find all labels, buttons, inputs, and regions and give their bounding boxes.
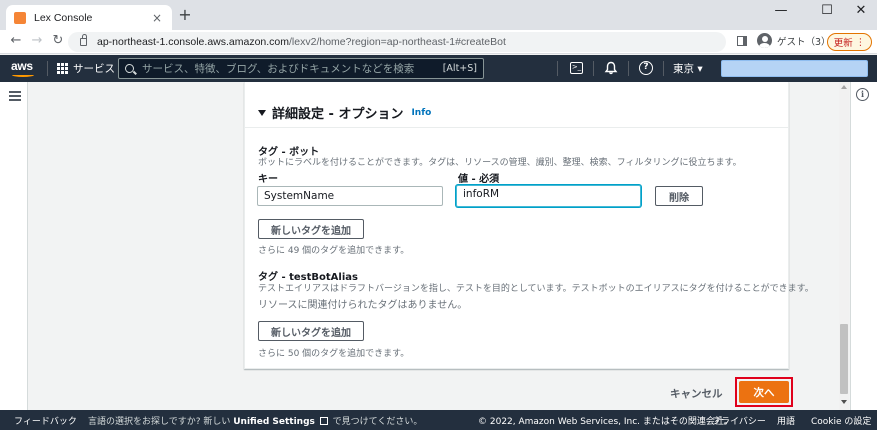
nav-divider bbox=[557, 61, 558, 76]
left-rail bbox=[0, 82, 28, 410]
scrollbar-thumb[interactable] bbox=[840, 324, 848, 394]
alias-tags-empty: リソースに関連付けられたタグはありません。 bbox=[258, 300, 468, 311]
hamburger-icon[interactable] bbox=[9, 91, 21, 101]
services-menu[interactable]: サービス bbox=[73, 61, 115, 76]
nav-divider bbox=[628, 61, 629, 76]
section-divider bbox=[245, 127, 788, 128]
privacy-link[interactable]: プライバシー bbox=[712, 414, 766, 427]
value-label: 値 - 必須 bbox=[458, 174, 500, 185]
section-title: 詳細設定 - オプション bbox=[272, 107, 404, 122]
aws-logo[interactable]: aws bbox=[11, 59, 33, 73]
browser-tabstrip: Lex Console × + — ☐ ✕ bbox=[0, 0, 877, 30]
update-button[interactable]: 更新 ⋮ bbox=[827, 33, 872, 51]
back-button[interactable]: ← bbox=[7, 33, 25, 48]
bot-tags-description: ボットにラベルを付けることができます。タグは、リソースの管理、識別、整理、検索、… bbox=[258, 158, 742, 168]
close-icon[interactable]: × bbox=[150, 11, 164, 25]
reload-button[interactable]: ↻ bbox=[49, 33, 67, 48]
profile-label: ゲスト（3） bbox=[777, 36, 831, 48]
info-link[interactable]: Info bbox=[411, 108, 431, 118]
tag-value-input[interactable]: infoRM bbox=[456, 185, 641, 207]
search-placeholder: サービス、特徴、ブログ、およびドキュメントなどを検索 bbox=[142, 63, 415, 75]
key-label: キー bbox=[258, 174, 278, 185]
url-bar[interactable]: ap-northeast-1.console.aws.amazon.com/le… bbox=[68, 32, 726, 52]
search-input[interactable]: サービス、特徴、ブログ、およびドキュメントなどを検索 [Alt+S] bbox=[118, 58, 484, 79]
advanced-settings-header[interactable]: 詳細設定 - オプション Info bbox=[258, 103, 431, 122]
add-alias-tag-button[interactable]: 新しいタグを追加 bbox=[258, 321, 364, 341]
lock-icon bbox=[80, 34, 87, 46]
alias-tags-description: テストエイリアスはドラフトバージョンを指し、テストを目的としています。テストボッ… bbox=[258, 284, 814, 294]
forward-button[interactable]: → bbox=[28, 33, 46, 48]
language-prompt-text: 言語の選択をお探しですか? 新しい bbox=[88, 417, 231, 427]
cancel-button[interactable]: キャンセル bbox=[670, 386, 723, 401]
browser-tab[interactable]: Lex Console × bbox=[6, 5, 172, 30]
address-bar-row: ← → ↻ ap-northeast-1.console.aws.amazon.… bbox=[0, 30, 877, 54]
caret-down-icon bbox=[258, 109, 266, 116]
nav-divider bbox=[47, 61, 48, 76]
add-bot-tag-button[interactable]: 新しいタグを追加 bbox=[258, 219, 364, 239]
copyright-text: © 2022, Amazon Web Services, Inc. またはその関… bbox=[478, 417, 733, 427]
help-icon[interactable]: ? bbox=[639, 61, 653, 75]
profile-button[interactable]: ゲスト（3） bbox=[757, 33, 831, 48]
minimize-button[interactable]: — bbox=[772, 3, 790, 18]
nav-divider bbox=[663, 61, 664, 76]
scroll-up-icon[interactable] bbox=[841, 85, 847, 89]
nav-divider bbox=[593, 61, 594, 76]
window-close-button[interactable]: ✕ bbox=[852, 3, 870, 18]
info-icon[interactable]: i bbox=[856, 88, 869, 101]
external-link-icon bbox=[319, 417, 328, 425]
avatar bbox=[757, 33, 772, 48]
feedback-link[interactable]: フィードバック bbox=[14, 414, 77, 427]
aws-logo-smile bbox=[12, 73, 34, 77]
remove-tag-button[interactable]: 削除 bbox=[655, 186, 703, 206]
grid-icon[interactable] bbox=[57, 63, 68, 74]
next-button[interactable]: 次へ bbox=[739, 381, 789, 403]
search-icon bbox=[125, 64, 134, 73]
region-selector[interactable]: 東京 ▾ bbox=[673, 61, 703, 76]
account-menu[interactable] bbox=[721, 60, 868, 77]
alias-tags-remaining: さらに 50 個のタグを追加できます。 bbox=[258, 349, 410, 359]
url-text: ap-northeast-1.console.aws.amazon.com/le… bbox=[97, 36, 506, 48]
bell-icon[interactable] bbox=[604, 61, 618, 75]
terms-link[interactable]: 用語 bbox=[777, 414, 795, 427]
update-label: 更新 bbox=[833, 38, 853, 49]
new-tab-button[interactable]: + bbox=[178, 7, 192, 23]
side-panel-icon[interactable] bbox=[737, 36, 747, 46]
more-icon: ⋮ bbox=[855, 36, 866, 48]
bot-tags-remaining: さらに 49 個のタグを追加できます。 bbox=[258, 246, 410, 256]
tag-key-input[interactable]: SystemName bbox=[257, 186, 443, 206]
language-suffix-text: で見つけてください。 bbox=[332, 417, 423, 427]
aws-top-nav: aws サービス サービス、特徴、ブログ、およびドキュメントなどを検索 [Alt… bbox=[0, 55, 877, 82]
maximize-button[interactable]: ☐ bbox=[818, 3, 836, 18]
cloudshell-icon[interactable]: >_ bbox=[570, 62, 583, 74]
right-rail bbox=[850, 82, 877, 410]
scroll-down-icon[interactable] bbox=[841, 400, 847, 404]
unified-settings-link[interactable]: Unified Settings bbox=[233, 417, 315, 427]
cookie-settings-link[interactable]: Cookie の設定 bbox=[811, 414, 871, 427]
favicon-icon bbox=[14, 11, 26, 24]
language-prompt: 言語の選択をお探しですか? 新しい Unified Settings で見つけて… bbox=[88, 414, 422, 427]
search-shortcut: [Alt+S] bbox=[442, 63, 477, 74]
tab-title: Lex Console bbox=[34, 11, 93, 24]
aws-footer: フィードバック 言語の選択をお探しですか? 新しい Unified Settin… bbox=[0, 410, 877, 430]
